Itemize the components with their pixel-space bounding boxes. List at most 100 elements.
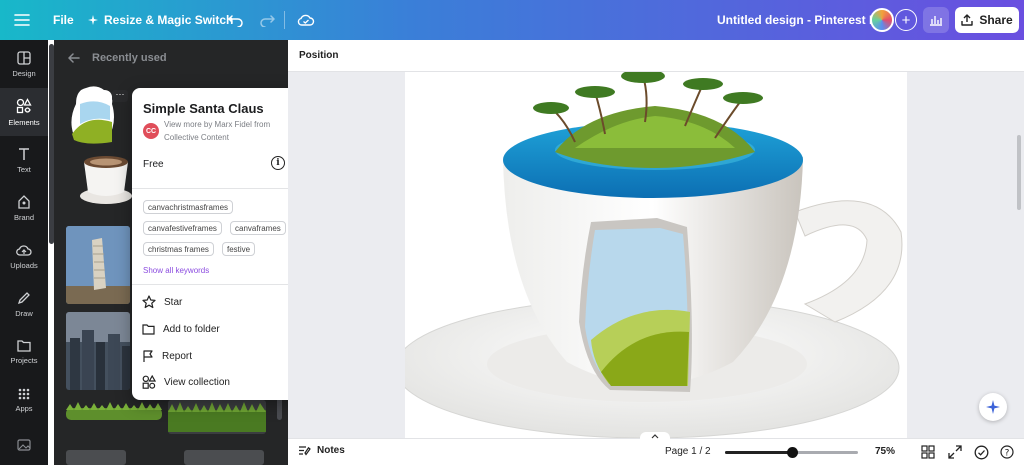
check-button[interactable] (974, 445, 989, 463)
insights-button[interactable] (923, 7, 949, 33)
creator-byline[interactable]: View more by Marx Fidel from Collective … (164, 118, 294, 144)
rail-item-apps[interactable]: Apps (0, 376, 48, 424)
resize-button[interactable]: Resize & Magic Switch (88, 0, 233, 40)
keyword-tag[interactable]: canvaframes (230, 221, 286, 235)
rail-label: Design (12, 68, 36, 78)
chevron-up-icon (651, 434, 659, 439)
bar-chart-icon (930, 16, 942, 26)
resize-label: Resize & Magic Switch (104, 13, 234, 27)
grid-view-button[interactable] (921, 445, 935, 462)
rail-item-brand[interactable]: Brand (0, 184, 48, 232)
recent-thumb-coffee-cup[interactable] (78, 148, 134, 206)
more-options-icon[interactable]: ··· (112, 90, 128, 102)
plus-icon: + (901, 11, 911, 29)
recent-thumb-partial[interactable] (66, 450, 126, 465)
design-page[interactable] (405, 72, 907, 438)
popup-title: Simple Santa Claus (143, 101, 264, 116)
add-collaborator-button[interactable]: + (895, 9, 917, 31)
help-icon: ? (1000, 445, 1014, 459)
share-label: Share (979, 13, 1013, 27)
elements-icon (16, 97, 32, 113)
recent-thumb-pisa-tower[interactable] (66, 226, 130, 304)
zoom-slider-fill (725, 451, 792, 454)
rail-label: Draw (15, 308, 33, 318)
notes-icon (299, 446, 311, 456)
canvas-scrollbar[interactable] (1017, 135, 1021, 210)
collection-icon (142, 375, 156, 389)
hamburger-icon (14, 14, 30, 26)
design-icon (17, 50, 31, 65)
rail-label: Apps (15, 403, 33, 413)
cloud-check-icon (297, 14, 315, 26)
share-icon (961, 14, 974, 26)
folder-icon (142, 324, 155, 335)
svg-text:?: ? (1005, 449, 1010, 459)
design-title[interactable]: Untitled design - Pinterest Pin (717, 0, 888, 40)
recent-thumb-partial[interactable] (184, 450, 264, 465)
rail-item-elements[interactable]: Elements (0, 88, 48, 136)
recent-thumb-grass-strip[interactable] (66, 400, 162, 426)
menu-item-add-to-folder[interactable]: Add to folder (142, 319, 220, 339)
rail-label: Brand (13, 212, 34, 222)
menu-label: View collection (164, 376, 230, 388)
zoom-value[interactable]: 75% (875, 446, 895, 457)
apps-icon (18, 388, 30, 399)
grid-icon (921, 445, 935, 459)
sparkle-icon (88, 15, 98, 25)
keyword-tag[interactable]: canvachristmasframes (143, 200, 234, 214)
show-all-keywords-link[interactable]: Show all keywords (143, 266, 209, 275)
uploads-icon (16, 244, 32, 256)
back-arrow-icon[interactable] (68, 53, 80, 63)
cloud-save-button[interactable] (297, 0, 315, 40)
info-icon[interactable]: i (271, 156, 285, 170)
help-button[interactable]: ? (1000, 445, 1014, 462)
redo-icon (260, 15, 275, 27)
star-icon (142, 295, 156, 309)
teacup-island-artwork[interactable] (405, 72, 907, 438)
panel-header: Recently used (54, 40, 288, 76)
zoom-slider-knob[interactable] (786, 447, 798, 458)
menu-item-star[interactable]: Star (142, 292, 182, 312)
menu-label: Add to folder (163, 323, 220, 335)
menu-button[interactable] (14, 0, 30, 40)
context-toolbar: Position (288, 40, 1024, 72)
brand-icon (18, 194, 30, 209)
file-menu[interactable]: File (53, 0, 74, 40)
creator-avatar[interactable]: CC (143, 123, 159, 139)
keyword-tag[interactable]: canvafestiveframes (143, 221, 222, 235)
position-button[interactable]: Position (299, 50, 338, 61)
rail-label: Elements (8, 117, 40, 127)
redo-button[interactable] (259, 0, 275, 40)
recent-thumb-grass-dark[interactable] (168, 400, 266, 434)
text-icon (19, 147, 29, 160)
user-avatar[interactable] (870, 8, 894, 32)
recent-thumb-city[interactable] (66, 312, 130, 390)
keyword-tag[interactable]: festive (222, 242, 256, 256)
notes-button[interactable]: Notes (298, 445, 345, 456)
collapse-pages-button[interactable] (640, 432, 670, 441)
image-icon (17, 439, 31, 451)
top-bar: File Resize & Magic Switch Untitled desi… (0, 0, 1024, 40)
zoom-slider[interactable] (725, 447, 858, 458)
rail-label: Text (17, 164, 31, 174)
rail-item-draw[interactable]: Draw (0, 280, 48, 328)
page-indicator[interactable]: Page 1 / 2 (665, 446, 711, 457)
keyword-tag[interactable]: christmas frames (143, 242, 214, 256)
menu-item-report[interactable]: Report (142, 346, 192, 366)
share-button[interactable]: Share (955, 7, 1019, 33)
price-label: Free (143, 159, 164, 170)
menu-item-view-collection[interactable]: View collection (142, 372, 230, 392)
menu-label: Report (162, 350, 193, 362)
divider (132, 284, 303, 285)
fullscreen-button[interactable] (948, 445, 962, 462)
rail-item-text[interactable]: Text (0, 136, 48, 184)
sparkle-icon (986, 400, 1000, 414)
rail-item-photos[interactable] (0, 430, 48, 460)
rail-item-projects[interactable]: Projects (0, 328, 48, 376)
rail-item-design[interactable]: Design (0, 40, 48, 88)
undo-button[interactable] (228, 0, 244, 40)
magic-assistant-button[interactable] (979, 393, 1007, 421)
rail-label: Projects (10, 356, 38, 365)
rail-item-uploads[interactable]: Uploads (0, 232, 48, 280)
expand-icon (948, 445, 962, 459)
